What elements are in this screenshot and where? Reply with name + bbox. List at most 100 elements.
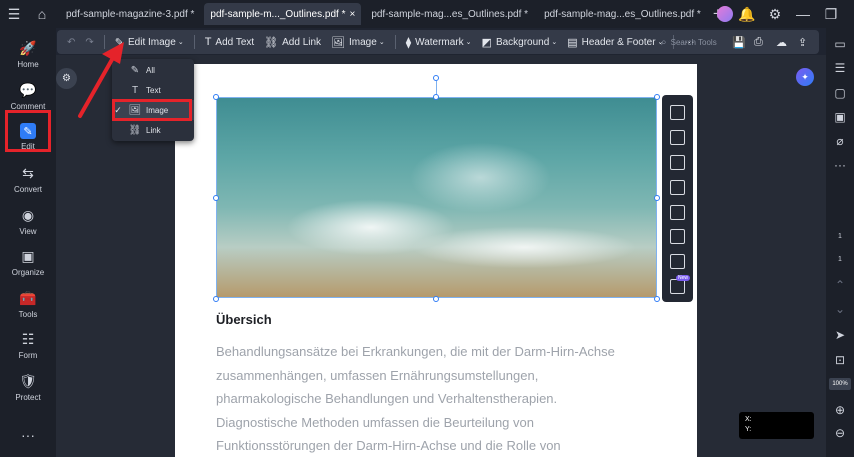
sidebar-item-protect[interactable]: 🛡 Protect	[6, 367, 50, 407]
resize-handle[interactable]	[213, 195, 219, 201]
tab-label: pdf-sample-magazine-3.pdf *	[66, 8, 195, 20]
tab-2[interactable]: pdf-sample-mag...es_Outlines.pdf *	[365, 3, 534, 25]
search-icon: ⌕	[661, 36, 667, 48]
header-footer-label: Header & Footer	[581, 36, 656, 48]
replace-image-icon[interactable]	[670, 105, 685, 120]
upload-cloud-icon[interactable]: ☁	[776, 36, 787, 49]
resize-handle[interactable]	[433, 296, 439, 302]
paragraph-line: Behandlungsansätze bei Erkrankungen, die…	[216, 344, 615, 359]
resize-handle[interactable]	[654, 94, 660, 100]
paragraph-line: pharmakologische Behandlungen und Verhal…	[216, 391, 558, 406]
home-icon[interactable]: ⌂	[28, 0, 56, 28]
sidebar-item-convert[interactable]: ⇆ Convert	[6, 159, 50, 199]
select-cursor-icon[interactable]: ➤	[833, 328, 847, 342]
comments-icon[interactable]: ▢	[833, 86, 847, 100]
panel-icon[interactable]: ▭	[833, 37, 847, 51]
gear-icon[interactable]: ⚙	[761, 0, 789, 28]
sidebar-item-tools[interactable]: 🧰 Tools	[6, 284, 50, 324]
tab-3[interactable]: pdf-sample-mag...es_Outlines.pdf *	[538, 3, 707, 25]
edit-link-icon: ⛓	[128, 124, 142, 136]
bell-icon[interactable]: 🔔	[733, 0, 761, 28]
document-paragraph: Behandlungsansätze bei Erkrankungen, die…	[216, 340, 666, 457]
y-coordinate-label: Y:	[745, 426, 752, 433]
fit-page-icon[interactable]: ⊡	[833, 353, 847, 367]
minimize-icon[interactable]: —	[789, 0, 817, 28]
share-icon[interactable]: ⇪	[798, 36, 807, 49]
cursor-coordinates: X: Y:	[739, 412, 814, 439]
ai-assistant-icon[interactable]: ✦	[796, 68, 814, 86]
zoom-level[interactable]: 100%	[829, 378, 851, 390]
text-icon: T	[204, 36, 212, 48]
window-controls: 🔔 ⚙ — ❐ ✕	[717, 0, 854, 28]
edit-toolbar: ↶ ↷ ✎ Edit Image ⌄ T Add Text ⛓ Add Link 🖼 Im…	[57, 30, 819, 54]
attachment-icon[interactable]: ⌀	[833, 134, 847, 148]
menu-icon[interactable]: ☰	[0, 0, 28, 28]
image-edit-icon[interactable]	[670, 180, 685, 195]
annotation-arrow	[78, 42, 124, 118]
more-icon[interactable]: ···	[6, 416, 50, 456]
close-icon[interactable]: ×	[349, 9, 355, 20]
sidebar-item-label: Protect	[15, 392, 41, 402]
watermark-label: Watermark	[415, 36, 464, 48]
header-footer-button[interactable]: ▤ Header & Footer ⌄	[567, 36, 663, 49]
divider	[394, 35, 396, 49]
extract-image-icon[interactable]	[670, 130, 685, 145]
properties-icon[interactable]: ☰	[833, 61, 847, 75]
search-tools[interactable]: ⌕ Search Tools	[661, 30, 717, 54]
resize-handle[interactable]	[213, 94, 219, 100]
dropdown-item-label: Text	[146, 85, 161, 95]
restore-icon[interactable]: ❐	[817, 0, 845, 28]
current-page[interactable]: 1	[828, 233, 852, 240]
new-badge: New	[676, 275, 691, 281]
edit-image-label: Edit Image	[128, 36, 176, 48]
zoom-out-icon[interactable]: ⊖	[833, 426, 847, 440]
rocket-icon: 🚀	[19, 39, 37, 56]
watermark-button[interactable]: ⧫ Watermark ⌄	[406, 36, 472, 49]
shield-icon: 🛡	[19, 372, 37, 389]
paragraph-line: Funktionsstörungen der Darm-Hirn-Achse u…	[216, 438, 561, 453]
tab-0[interactable]: pdf-sample-magazine-3.pdf *	[60, 3, 200, 25]
tab-1[interactable]: pdf-sample-m..._Outlines.pdf * ×	[204, 3, 362, 25]
crop-icon[interactable]	[670, 155, 685, 170]
zoom-in-icon[interactable]: ⊕	[833, 403, 847, 417]
sidebar-item-form[interactable]: ☷ Form	[6, 325, 50, 365]
resize-handle[interactable]	[654, 195, 660, 201]
save-icon[interactable]: 💾	[732, 36, 746, 49]
sidebar-item-home[interactable]: 🚀 Home	[6, 34, 50, 74]
convert-icon: ⇆	[22, 164, 34, 181]
add-text-button[interactable]: T Add Text	[205, 36, 254, 48]
chevron-down-icon: ⌄	[465, 39, 472, 46]
dropdown-item-link[interactable]: ⛓ Link	[112, 120, 194, 140]
avatar[interactable]	[717, 6, 733, 22]
add-link-button[interactable]: ⛓ Add Link	[264, 36, 321, 49]
total-pages: 1	[838, 256, 842, 263]
toolbox-icon: 🧰	[19, 289, 37, 306]
dropdown-item-label: Link	[146, 125, 161, 135]
image-ai-icon[interactable]	[670, 205, 685, 220]
close-window-icon[interactable]: ✕	[845, 0, 854, 28]
sidebar-item-label: Form	[18, 350, 38, 360]
sidebar-item-label: Tools	[18, 309, 38, 319]
more-vertical-icon[interactable]: ···	[833, 158, 847, 172]
resize-handle[interactable]	[213, 296, 219, 302]
header-footer-icon: ▤	[567, 36, 578, 49]
sidebar-item-organize[interactable]: ▣ Organize	[6, 242, 50, 282]
organize-icon: ▣	[21, 247, 35, 264]
image-button[interactable]: 🖼 Image ⌄	[331, 36, 385, 49]
enhance-image-icon[interactable]	[670, 279, 685, 294]
page-up-icon[interactable]: ⌃	[833, 278, 847, 292]
add-text-label: Add Text	[215, 36, 255, 48]
background-button[interactable]: ◩ Background ⌄	[482, 36, 558, 49]
sidebar-item-view[interactable]: ◉ View	[6, 201, 50, 241]
paragraph-line: zusammenhängen, umfassen Ernährungsumste…	[216, 367, 539, 383]
resize-handle[interactable]	[433, 94, 439, 100]
document-heading: Übersich	[216, 312, 272, 327]
sidebar-item-label: Home	[17, 59, 39, 69]
selected-image[interactable]	[216, 97, 657, 298]
print-icon[interactable]: ⎙	[754, 36, 763, 49]
page-down-icon[interactable]: ⌄	[833, 302, 847, 316]
fit-frame-icon[interactable]	[670, 229, 685, 244]
copy-image-icon[interactable]	[670, 254, 685, 269]
resize-handle[interactable]	[654, 296, 660, 302]
form-fields-icon[interactable]: ▣	[833, 110, 847, 124]
